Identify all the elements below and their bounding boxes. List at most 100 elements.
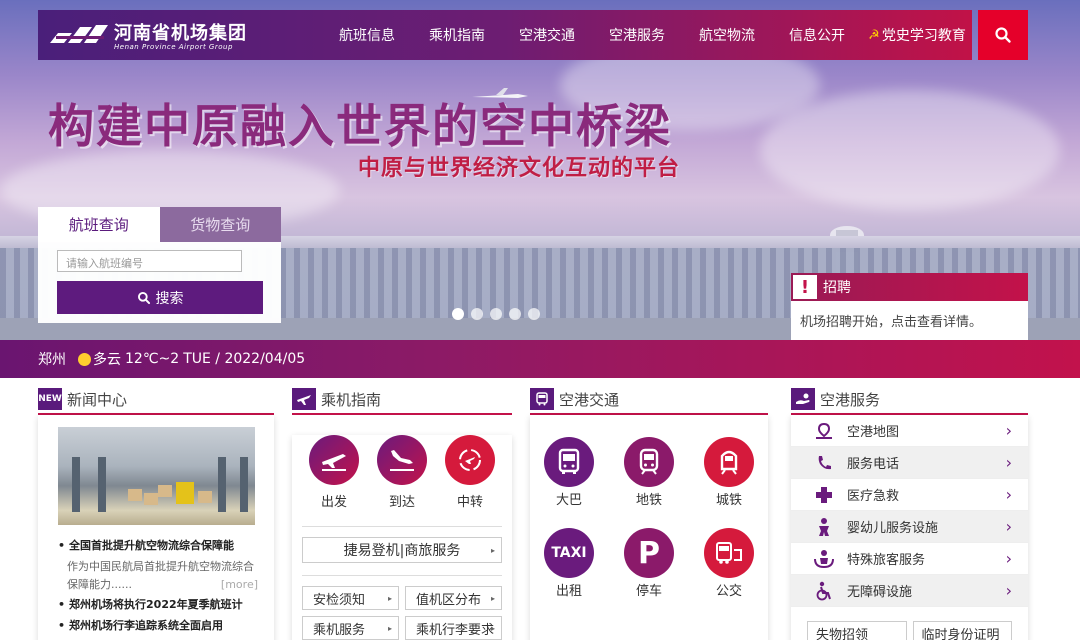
lost-found-button[interactable]: 失物招领 xyxy=(807,621,907,640)
news-item-title[interactable]: 郑州机场将执行2022年夏季航班计 xyxy=(58,596,258,612)
business-travel-label: 捷易登机|商旅服务 xyxy=(343,543,461,559)
service-row-special[interactable]: 特殊旅客服务 › xyxy=(791,543,1028,575)
metro-label: 地铁 xyxy=(635,493,662,508)
more-link[interactable]: [more] xyxy=(221,576,258,594)
logo-title: 河南省机场集团 xyxy=(114,23,247,44)
chevron-right-icon: › xyxy=(1005,517,1012,536)
guide-title[interactable]: 乘机指南 xyxy=(321,389,381,410)
service-row-baby[interactable]: 婴幼儿服务设施 › xyxy=(791,511,1028,543)
service-row-map[interactable]: 空港地图 › xyxy=(791,415,1028,447)
recruit-notice[interactable]: ! 招聘 机场招聘开始，点击查看详情。 xyxy=(791,273,1028,340)
services-body: 空港地图 › 服务电话 › 医疗急救 › 婴幼儿服务设施 › 特殊旅客服务 › 无障碍设施… xyxy=(791,415,1028,640)
tab-flight-query[interactable]: 航班查询 xyxy=(38,207,160,242)
airplane-icon xyxy=(292,388,316,410)
services-section: 空港服务 空港地图 › 服务电话 › 医疗急救 › 婴幼儿服务设施 › 特殊旅客服务 › … xyxy=(791,385,1028,640)
arrival-icon xyxy=(377,435,427,485)
bus-icon xyxy=(544,437,594,487)
intercity-rail-button[interactable]: 城铁 xyxy=(689,437,769,508)
news-item-title[interactable]: 郑州机场行李追踪系统全面启用 xyxy=(58,617,258,633)
baggage-rules-button[interactable]: 乘机行李要求 ▸ xyxy=(405,616,502,640)
departure-icon xyxy=(309,435,359,485)
weather-bar: 郑州 多云 12℃~2 TUE / 2022/04/05 xyxy=(0,340,1080,378)
nav-airport-transport[interactable]: 空港交通 xyxy=(502,25,592,45)
services-title[interactable]: 空港服务 xyxy=(820,389,880,410)
flight-search-label: 搜索 xyxy=(155,290,184,307)
cloud xyxy=(760,90,1060,210)
carousel-dot[interactable] xyxy=(490,308,502,320)
transfer-icon xyxy=(445,435,495,485)
carousel-dot[interactable] xyxy=(471,308,483,320)
chevron-right-icon: › xyxy=(1005,453,1012,472)
bus-label: 大巴 xyxy=(555,493,582,508)
nav-flight-info[interactable]: 航班信息 xyxy=(322,25,412,45)
flight-query-panel: 航班查询 货物查询 请输入航班编号 搜索 xyxy=(38,207,281,323)
service-row-phone[interactable]: 服务电话 › xyxy=(791,447,1028,479)
arrow-right-icon: ▸ xyxy=(490,545,495,555)
flight-number-input[interactable]: 请输入航班编号 xyxy=(57,250,242,272)
service-row-accessibility[interactable]: 无障碍设施 › xyxy=(791,575,1028,607)
news-section: NEW 新闻中心 全国首批提升航空物流综合保障能 作为中国民航局首批提升航空物流… xyxy=(38,385,274,640)
news-title[interactable]: 新闻中心 xyxy=(67,389,127,410)
nav-air-logistics[interactable]: 航空物流 xyxy=(682,25,772,45)
exclamation-icon: ! xyxy=(793,275,817,299)
nav-menu: 航班信息 乘机指南 空港交通 空港服务 航空物流 信息公开 ☭ 党史学习教育 xyxy=(322,25,972,45)
parking-icon: P xyxy=(624,528,674,578)
bus-button[interactable]: 大巴 xyxy=(529,437,609,508)
logo[interactable]: 河南省机场集团 Henan Province Airport Group xyxy=(38,19,308,51)
tab-cargo-query[interactable]: 货物查询 xyxy=(159,207,281,242)
boarding-service-button[interactable]: 乘机服务 ▸ xyxy=(302,616,399,640)
arrow-right-icon: ▸ xyxy=(387,593,392,603)
carousel-dot[interactable] xyxy=(509,308,521,320)
hero-subtitle: 中原与世界经济文化互动的平台 xyxy=(358,156,681,181)
news-item-title[interactable]: 全国首批提升航空物流综合保障能 xyxy=(58,537,258,553)
special-passenger-icon xyxy=(813,549,835,569)
security-notice-button[interactable]: 安检须知 ▸ xyxy=(302,586,399,610)
weather-date: TUE / 2022/04/05 xyxy=(183,351,306,367)
nav-info-disclosure[interactable]: 信息公开 xyxy=(772,25,862,45)
main-nav: 河南省机场集团 Henan Province Airport Group 航班信… xyxy=(38,10,972,60)
business-travel-button[interactable]: 捷易登机|商旅服务 ▸ xyxy=(302,537,502,563)
guide-body: 出发 到达 中转 捷易登机|商旅服务 ▸ 安检须知 ▸ 值机区分布 ▸ 乘机服务… xyxy=(292,435,512,640)
medical-cross-icon xyxy=(813,486,835,504)
nav-boarding-guide[interactable]: 乘机指南 xyxy=(412,25,502,45)
parking-button[interactable]: P 停车 xyxy=(609,528,689,599)
chevron-right-icon: › xyxy=(1005,485,1012,504)
transport-title[interactable]: 空港交通 xyxy=(559,389,619,410)
arrival-button[interactable]: 到达 xyxy=(376,435,428,510)
service-row-medical[interactable]: 医疗急救 › xyxy=(791,479,1028,511)
public-bus-button[interactable]: 公交 xyxy=(689,528,769,599)
search-button[interactable] xyxy=(978,10,1028,60)
departure-button[interactable]: 出发 xyxy=(308,435,360,510)
taxi-label: 出租 xyxy=(555,584,582,599)
transport-section: 空港交通 大巴 地铁 城铁 TAXI 出租 P 停车 公交 xyxy=(530,385,768,640)
arrival-label: 到达 xyxy=(388,495,415,510)
metro-button[interactable]: 地铁 xyxy=(609,437,689,508)
nav-party-history[interactable]: ☭ 党史学习教育 xyxy=(862,25,972,45)
nav-party-history-label: 党史学习教育 xyxy=(881,28,966,44)
news-body: 全国首批提升航空物流综合保障能 作为中国民航局首批提升航空物流综合保障能力...… xyxy=(38,415,274,640)
weather-city: 郑州 xyxy=(38,352,66,368)
sun-icon xyxy=(78,352,91,366)
wheelchair-icon xyxy=(813,581,835,601)
hero-title: 构建中原融入世界的空中桥梁 xyxy=(48,99,672,153)
checkin-area-button[interactable]: 值机区分布 ▸ xyxy=(405,586,502,610)
carousel-dot[interactable] xyxy=(528,308,540,320)
carousel-dot[interactable] xyxy=(452,308,464,320)
logo-subtitle: Henan Province Airport Group xyxy=(114,43,233,51)
transport-body: 大巴 地铁 城铁 TAXI 出租 P 停车 公交 xyxy=(530,415,768,640)
chevron-right-icon: › xyxy=(1005,549,1012,568)
rail-label: 城铁 xyxy=(715,493,742,508)
departure-label: 出发 xyxy=(320,495,347,510)
boarding-guide-section: 乘机指南 出发 到达 中转 捷易登机|商旅服务 ▸ 安检须知 ▸ 值机区分布 ▸… xyxy=(292,385,512,640)
weather-temp: 12℃~2 xyxy=(125,351,180,367)
news-image[interactable] xyxy=(58,427,255,525)
nav-airport-services[interactable]: 空港服务 xyxy=(592,25,682,45)
chevron-right-icon: › xyxy=(1005,581,1012,600)
transfer-button[interactable]: 中转 xyxy=(444,435,496,510)
arrow-right-icon: ▸ xyxy=(490,623,495,633)
temp-id-button[interactable]: 临时身份证明 xyxy=(912,621,1012,640)
flight-search-button[interactable]: 搜索 xyxy=(57,281,263,314)
new-badge-icon: NEW xyxy=(38,388,62,410)
phone-icon xyxy=(813,454,835,472)
taxi-button[interactable]: TAXI 出租 xyxy=(529,528,609,599)
